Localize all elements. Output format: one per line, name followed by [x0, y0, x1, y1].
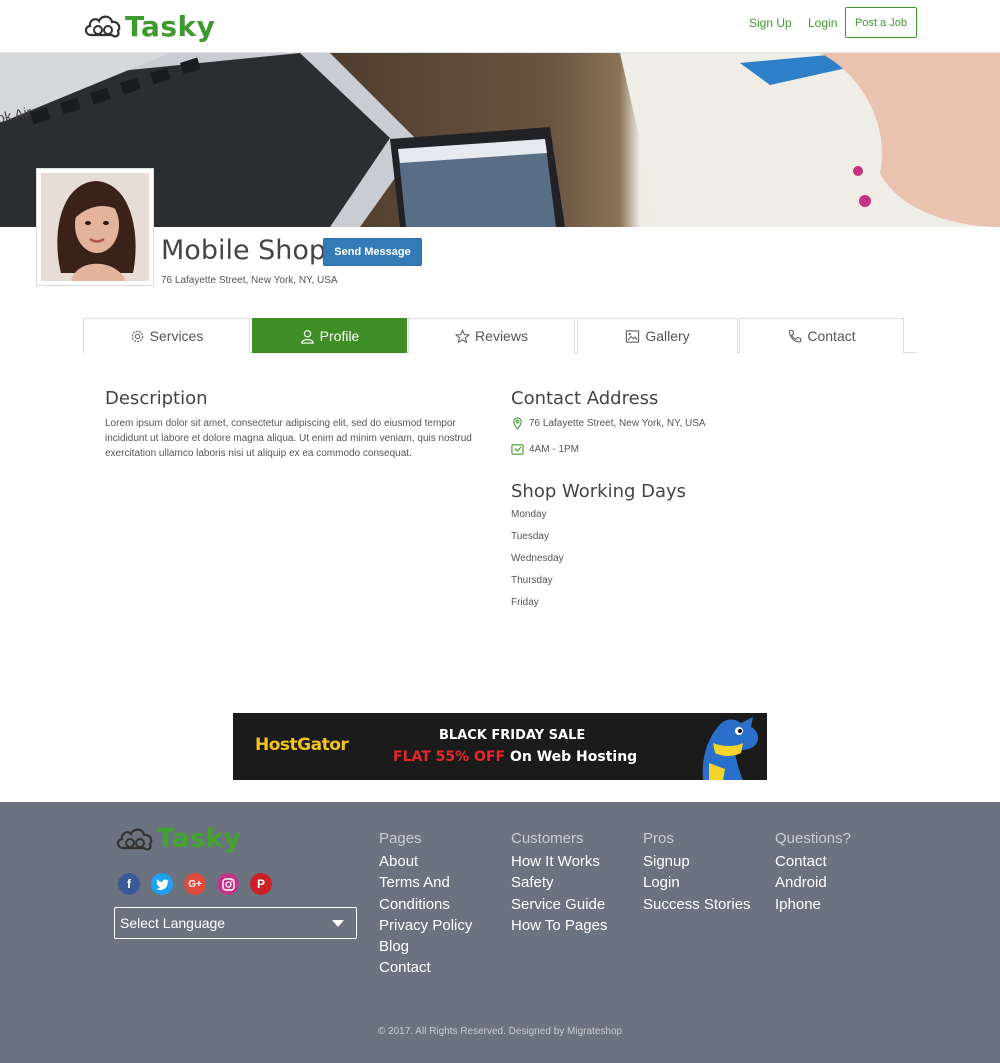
- tab-contact[interactable]: Contact: [739, 318, 904, 353]
- tab-services-label: Services: [149, 328, 204, 344]
- tab-contact-label: Contact: [807, 328, 856, 344]
- footer-link-signup[interactable]: Signup: [643, 851, 751, 872]
- working-day: Thursday: [511, 575, 553, 586]
- footer-link-terms[interactable]: Terms And: [379, 872, 472, 893]
- footer-link-blog[interactable]: Blog: [379, 936, 472, 957]
- footer-link-how-it-works[interactable]: How It Works: [511, 851, 607, 872]
- tab-reviews[interactable]: Reviews: [408, 318, 575, 353]
- sign-up-link[interactable]: Sign Up: [749, 16, 792, 30]
- footer-logo-text: Tasky: [157, 824, 242, 854]
- image-icon: [626, 329, 640, 343]
- site-header: Tasky Sign Up Login Post a Job: [0, 0, 1000, 53]
- contact-hours: 4AM - 1PM: [529, 444, 580, 455]
- footer-link-how-to-pages[interactable]: How To Pages: [511, 915, 607, 936]
- footer-link-success-stories[interactable]: Success Stories: [643, 894, 751, 915]
- tab-reviews-label: Reviews: [475, 328, 528, 344]
- gear-icon: [131, 330, 143, 342]
- user-icon: [300, 329, 314, 344]
- footer-link-about[interactable]: About: [379, 851, 472, 872]
- site-logo[interactable]: Tasky: [82, 6, 215, 46]
- footer-col-pages: Pages About Terms And Conditions Privacy…: [379, 830, 472, 979]
- chevron-down-icon: [332, 920, 344, 927]
- footer-col-questions: Questions? Contact Android Iphone: [775, 830, 851, 915]
- social-links: f G+ P: [118, 873, 272, 895]
- shop-name: Mobile Shop: [161, 235, 327, 266]
- twitter-icon[interactable]: [151, 873, 173, 895]
- ad-brand: HostGator: [255, 735, 349, 755]
- send-message-button[interactable]: Send Message: [323, 238, 422, 266]
- profile-avatar-frame: [36, 168, 154, 286]
- footer-col-pros: Pros Signup Login Success Stories: [643, 830, 751, 915]
- footer-link-privacy[interactable]: Privacy Policy: [379, 915, 472, 936]
- contact-address: 76 Lafayette Street, New York, NY, USA: [529, 418, 706, 429]
- star-icon: [455, 328, 471, 343]
- footer-col-heading: Pages: [379, 830, 422, 847]
- cloud-logo-icon: [116, 828, 153, 851]
- ad-offer-highlight: FLAT 55% OFF: [393, 749, 506, 765]
- footer-link-safety[interactable]: Safety: [511, 872, 607, 893]
- tab-gallery[interactable]: Gallery: [577, 318, 738, 353]
- footer-link-android[interactable]: Android: [775, 872, 851, 893]
- contact-address-row: 76 Lafayette Street, New York, NY, USA: [511, 417, 706, 430]
- footer-logo[interactable]: Tasky: [114, 822, 241, 856]
- avatar: [41, 173, 149, 281]
- description-text: Lorem ipsum dolor sit amet, consectetur …: [105, 418, 472, 459]
- tab-services[interactable]: Services: [83, 318, 250, 353]
- google-plus-icon[interactable]: G+: [184, 873, 206, 895]
- contact-hours-row: 4AM - 1PM: [511, 443, 579, 456]
- post-job-button[interactable]: Post a Job: [845, 7, 917, 38]
- hostgator-ad-banner[interactable]: HostGator BLACK FRIDAY SALE FLAT 55% OFF…: [233, 713, 767, 780]
- ad-headline: BLACK FRIDAY SALE: [439, 728, 586, 743]
- phone-icon: [789, 329, 802, 342]
- site-footer: Tasky f G+ P Select Language Pages About…: [0, 802, 1000, 1063]
- language-select-value: Select Language: [120, 915, 226, 931]
- logo-text: Tasky: [125, 9, 216, 43]
- footer-link-login[interactable]: Login: [643, 872, 751, 893]
- pinterest-icon[interactable]: P: [250, 873, 272, 895]
- map-pin-icon: [513, 417, 522, 430]
- working-day: Friday: [511, 597, 539, 608]
- footer-col-heading: Pros: [643, 830, 674, 847]
- shop-address: 76 Lafayette Street, New York, NY, USA: [161, 275, 338, 286]
- footer-link-contact[interactable]: Contact: [379, 957, 472, 978]
- footer-link-contact-us[interactable]: Contact: [775, 851, 851, 872]
- clock-icon: [511, 444, 524, 455]
- login-link[interactable]: Login: [808, 16, 837, 30]
- ad-offer: FLAT 55% OFF On Web Hosting: [393, 749, 637, 765]
- language-select[interactable]: Select Language: [114, 907, 357, 939]
- copyright-text: © 2017. All Rights Reserved. Designed by…: [377, 1026, 623, 1037]
- profile-tabs: Services Profile Reviews Gallery Contact: [83, 318, 917, 353]
- working-day: Wednesday: [511, 553, 564, 564]
- ad-offer-rest: On Web Hosting: [509, 749, 638, 765]
- tab-profile[interactable]: Profile: [252, 318, 407, 353]
- tab-profile-label: Profile: [319, 328, 360, 344]
- gator-mascot-icon: [702, 717, 759, 780]
- working-day: Tuesday: [511, 531, 549, 542]
- tab-gallery-label: Gallery: [645, 328, 690, 344]
- footer-link-conditions[interactable]: Conditions: [379, 894, 472, 915]
- footer-col-heading: Questions?: [775, 830, 851, 847]
- instagram-icon[interactable]: [217, 873, 239, 895]
- footer-link-iphone[interactable]: Iphone: [775, 894, 851, 915]
- footer-col-customers: Customers How It Works Safety Service Gu…: [511, 830, 607, 936]
- avatar-photo: [41, 173, 149, 281]
- footer-link-service-guide[interactable]: Service Guide: [511, 894, 607, 915]
- working-day: Monday: [511, 509, 547, 520]
- footer-col-heading: Customers: [511, 830, 584, 847]
- cloud-logo-icon: [84, 15, 121, 38]
- facebook-icon[interactable]: f: [118, 873, 140, 895]
- contact-address-title: Contact Address: [511, 388, 659, 409]
- description-title: Description: [105, 388, 208, 409]
- working-days-title: Shop Working Days: [511, 481, 687, 502]
